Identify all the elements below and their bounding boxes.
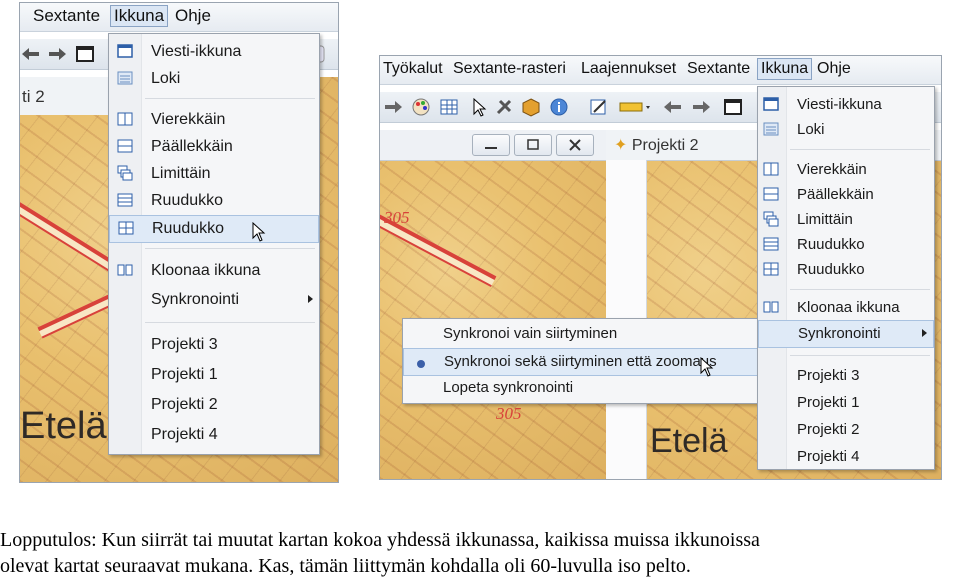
mouse-cursor-icon: [252, 221, 266, 247]
menu-item-paallekkain[interactable]: Päällekkäin: [109, 134, 319, 160]
menu-sextante-rasteri[interactable]: Sextante-rasteri: [450, 59, 569, 79]
project-tab[interactable]: ✦ Projekti 2: [614, 135, 699, 155]
info-icon[interactable]: [548, 97, 570, 117]
left-ikkuna-menu: Viesti-ikkuna Loki Vierekkäin Päällekkäi…: [108, 33, 320, 455]
menu-ohje[interactable]: Ohje: [814, 59, 854, 79]
submenu-arrow-icon: [922, 329, 927, 337]
menu-ohje[interactable]: Ohje: [172, 6, 214, 26]
menu-ikkuna[interactable]: Ikkuna: [110, 5, 169, 27]
menu-item-vierekkain[interactable]: Vierekkäin: [109, 107, 319, 133]
map-number-305-a: 305: [384, 208, 410, 227]
right-menubar: Työkalut Sextante-rasteri Laajennukset S…: [380, 56, 941, 85]
tile-horizontal-icon: [763, 186, 779, 202]
radio-selected-icon: [416, 356, 426, 374]
menu-item-projekti-1[interactable]: Projekti 1: [109, 362, 319, 388]
left-menubar: Sextante Ikkuna Ohje: [20, 3, 338, 32]
table-icon[interactable]: [438, 97, 460, 117]
menu-item-projekti-3[interactable]: Projekti 3: [758, 363, 934, 387]
menu-item-vierekkain[interactable]: Vierekkäin: [758, 157, 934, 181]
tile-vertical-icon: [117, 111, 133, 127]
right-ikkuna-menu: Viesti-ikkuna Loki Vierekkäin Päällekkäi…: [757, 86, 935, 470]
menu-item-projekti-2[interactable]: Projekti 2: [109, 392, 319, 418]
project-icon: ✦: [614, 137, 628, 154]
menu-ikkuna[interactable]: Ikkuna: [757, 58, 813, 80]
menu-item-projekti-4[interactable]: Projekti 4: [758, 444, 934, 468]
menu-item-loki[interactable]: Loki: [758, 117, 934, 141]
left-screenshot: Sextante Ikkuna Ohje W ti 2 Etelä Viesti…: [19, 2, 339, 483]
tile-vertical-icon: [763, 161, 779, 177]
menu-item-synkronointi[interactable]: Synkronointi: [758, 320, 934, 348]
right-screenshot: Työkalut Sextante-rasteri Laajennukset S…: [379, 55, 942, 480]
submenu-item-pan-and-zoom[interactable]: Synkronoi sekä siirtyminen että zoomaus: [403, 348, 761, 377]
menu-item-projekti-2[interactable]: Projekti 2: [758, 417, 934, 441]
tab-fragment[interactable]: ti 2: [22, 87, 45, 107]
grid-icon: [118, 220, 134, 236]
palette-icon[interactable]: [410, 97, 432, 117]
ruler-icon[interactable]: [618, 97, 652, 117]
menu-laajennukset[interactable]: Laajennukset: [578, 59, 679, 79]
select-arrow-icon[interactable]: [468, 97, 490, 117]
menu-item-ruudukko-2[interactable]: Ruudukko: [109, 215, 319, 243]
menu-item-kloonaa-ikkuna[interactable]: Kloonaa ikkuna: [758, 295, 934, 319]
menu-item-ruudukko-1[interactable]: Ruudukko: [109, 188, 319, 214]
map-label-place: Etelä: [650, 422, 728, 460]
submenu-item-only-pan[interactable]: Synkronoi vain siirtyminen: [403, 321, 761, 347]
edit-icon[interactable]: [588, 97, 610, 117]
menu-item-synkronointi[interactable]: Synkronointi: [109, 287, 319, 313]
redo-icon[interactable]: [46, 44, 68, 64]
clone-window-icon: [763, 299, 779, 315]
window-icon[interactable]: [722, 97, 744, 117]
submenu-arrow-icon: [308, 295, 313, 303]
menu-item-viesti-ikkuna[interactable]: Viesti-ikkuna: [109, 39, 319, 65]
menu-item-limittain[interactable]: Limittäin: [758, 207, 934, 231]
menu-item-viesti-ikkuna[interactable]: Viesti-ikkuna: [758, 92, 934, 116]
menu-sextante[interactable]: Sextante: [30, 6, 103, 26]
submenu-item-stop-sync[interactable]: Lopeta synkronointi: [403, 375, 761, 401]
menu-sextante[interactable]: Sextante: [684, 59, 753, 79]
box-icon[interactable]: [520, 97, 542, 117]
window-icon[interactable]: [74, 44, 96, 64]
menu-item-paallekkain[interactable]: Päällekkäin: [758, 182, 934, 206]
menu-item-projekti-1[interactable]: Projekti 1: [758, 390, 934, 414]
maximize-button[interactable]: [514, 134, 552, 156]
tile-horizontal-icon: [117, 138, 133, 154]
grid-icon: [763, 261, 779, 277]
grid-rows-icon: [117, 192, 133, 208]
message-window-icon: [763, 96, 779, 112]
clone-window-icon: [117, 262, 133, 278]
redo-icon[interactable]: [690, 97, 712, 117]
caption-line-1: Lopputulos: Kun siirrät tai muutat karta…: [0, 529, 760, 551]
menu-item-kloonaa-ikkuna[interactable]: Kloonaa ikkuna: [109, 258, 319, 284]
log-icon: [763, 121, 779, 137]
map-number-305-b: 305: [496, 404, 522, 423]
cascade-icon: [763, 211, 779, 227]
message-window-icon: [117, 43, 133, 59]
synkronointi-submenu: Synkronoi vain siirtyminen Synkronoi sek…: [402, 318, 762, 404]
menu-tyokalut[interactable]: Työkalut: [380, 59, 446, 79]
menu-item-ruudukko-2[interactable]: Ruudukko: [758, 257, 934, 281]
log-icon: [117, 70, 133, 86]
minimize-button[interactable]: [472, 134, 510, 156]
grid-rows-icon: [763, 236, 779, 252]
menu-item-loki[interactable]: Loki: [109, 66, 319, 92]
undo-icon[interactable]: [662, 97, 684, 117]
menu-item-limittain[interactable]: Limittäin: [109, 161, 319, 187]
caption-line-2: olevat kartat seuraavat mukana. Kas, täm…: [0, 555, 691, 577]
right-map-window-left[interactable]: 305 305: [380, 130, 606, 479]
menu-item-projekti-4[interactable]: Projekti 4: [109, 422, 319, 448]
undo-icon[interactable]: [20, 44, 42, 64]
map-label-place: Etelä: [20, 405, 107, 447]
tools-icon[interactable]: [494, 97, 516, 117]
menu-item-ruudukko-1[interactable]: Ruudukko: [758, 232, 934, 256]
forward-icon[interactable]: [382, 97, 404, 117]
close-button[interactable]: [556, 134, 594, 156]
cascade-icon: [117, 165, 133, 181]
menu-item-projekti-3[interactable]: Projekti 3: [109, 332, 319, 358]
